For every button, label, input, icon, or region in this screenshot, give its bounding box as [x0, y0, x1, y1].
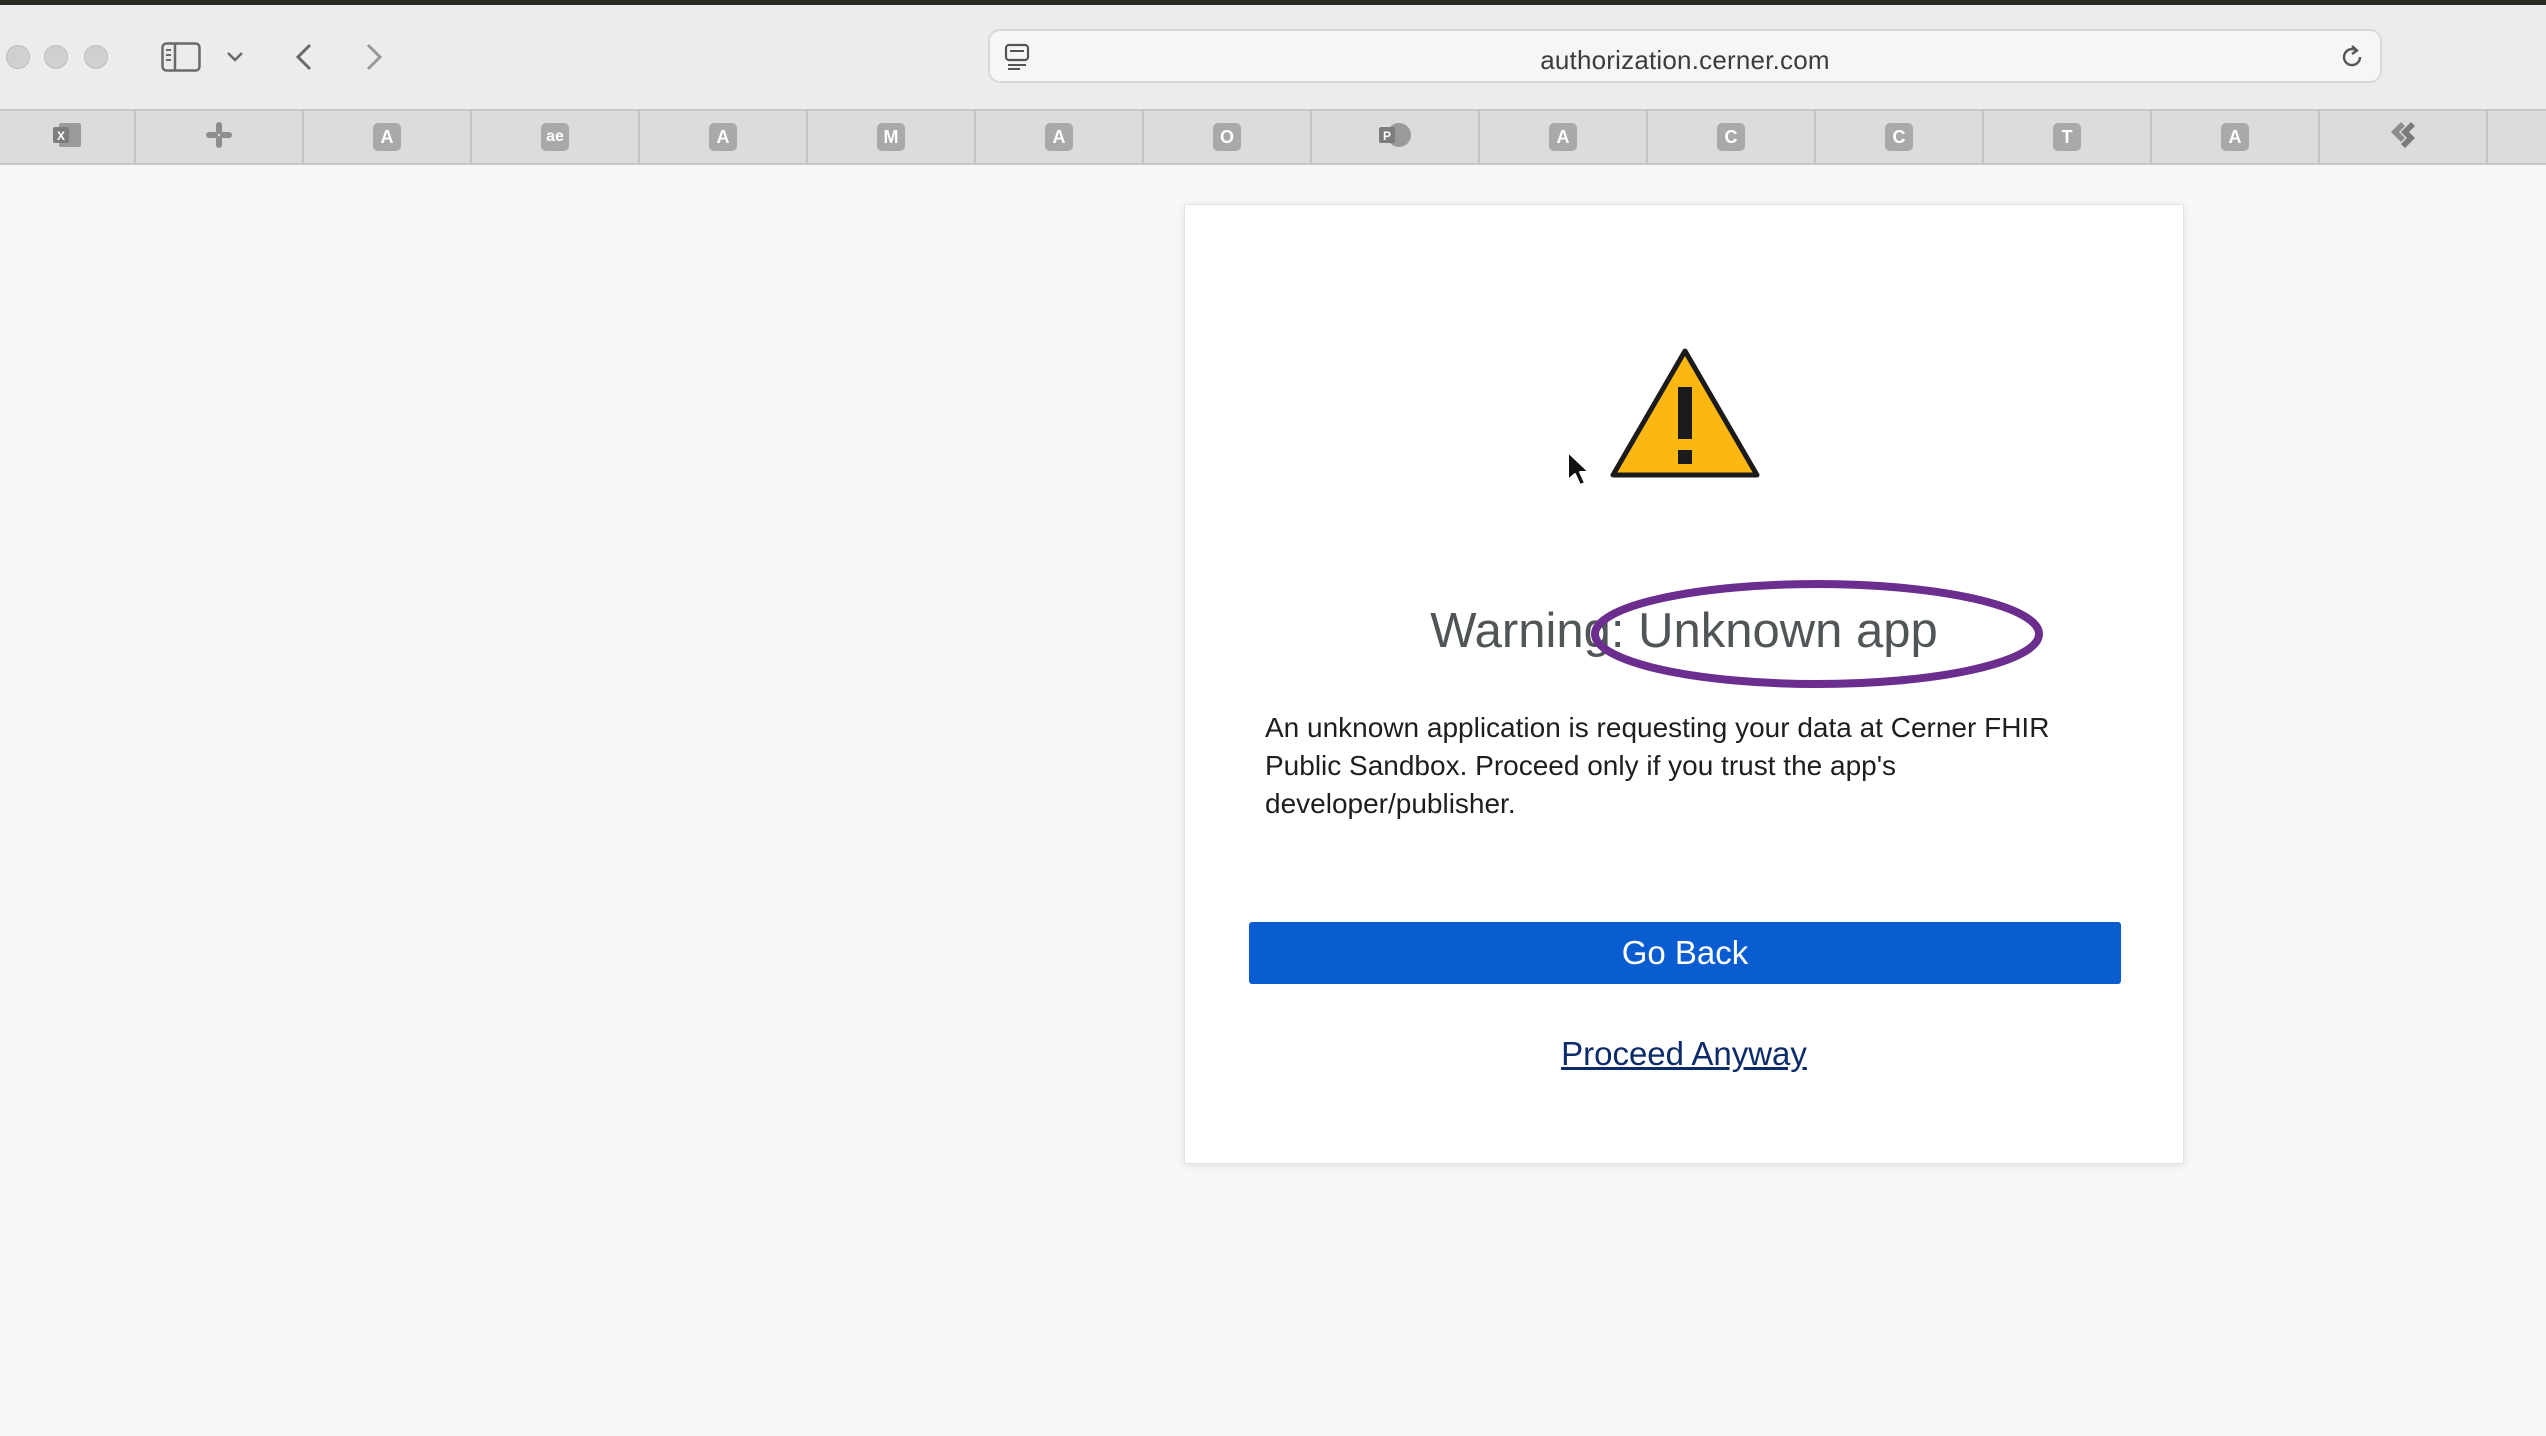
- tab-favicon: A: [709, 123, 737, 151]
- tab-7[interactable]: A: [976, 111, 1144, 163]
- warning-message: An unknown application is requesting you…: [1265, 712, 2050, 819]
- tab-favicon: T: [2053, 123, 2081, 151]
- tab-12[interactable]: C: [1816, 111, 1984, 163]
- tab-8[interactable]: O: [1144, 111, 1312, 163]
- tab-14[interactable]: A: [2152, 111, 2320, 163]
- svg-text:P: P: [1383, 129, 1391, 143]
- chevron-left-icon[interactable]: [290, 41, 318, 73]
- zoom-window-button[interactable]: [84, 45, 108, 69]
- tab-favicon: C: [1717, 123, 1745, 151]
- powerpoint-icon: P: [1377, 121, 1413, 154]
- warning-triangle-icon: [1609, 347, 1761, 481]
- excel-icon: X: [51, 121, 83, 154]
- close-window-button[interactable]: [6, 45, 30, 69]
- tab-1[interactable]: X: [0, 111, 136, 163]
- tab-favicon: A: [1045, 123, 1073, 151]
- tab-favicon: A: [2221, 123, 2249, 151]
- tab-15[interactable]: [2320, 111, 2488, 163]
- jira-icon: [2387, 120, 2419, 155]
- tab-favicon: C: [1885, 123, 1913, 151]
- proceed-anyway-link[interactable]: Proceed Anyway: [1185, 1035, 2183, 1073]
- chevron-down-icon[interactable]: [224, 47, 246, 67]
- tab-3[interactable]: A: [304, 111, 472, 163]
- chevron-right-icon[interactable]: [360, 41, 388, 73]
- tab-11[interactable]: C: [1648, 111, 1816, 163]
- browser-toolbar: authorization.cerner.com: [0, 5, 2546, 109]
- tab-bar: X A ae A M A O P A C C T A: [0, 109, 2546, 165]
- tab-6[interactable]: M: [808, 111, 976, 163]
- authorization-warning-card: Warning: Unknown app An unknown applicat…: [1184, 204, 2184, 1164]
- tab-9[interactable]: P: [1312, 111, 1480, 163]
- url-text[interactable]: authorization.cerner.com: [990, 45, 2380, 76]
- reload-icon[interactable]: [2338, 43, 2366, 76]
- address-bar[interactable]: authorization.cerner.com: [988, 29, 2382, 83]
- mouse-cursor-icon: [1566, 450, 1592, 493]
- tab-10[interactable]: A: [1480, 111, 1648, 163]
- tab-favicon: A: [1549, 123, 1577, 151]
- tab-13[interactable]: T: [1984, 111, 2152, 163]
- tab-bar-filler: [2488, 111, 2546, 163]
- page-title: Warning: Unknown app: [1430, 604, 1938, 658]
- minimize-window-button[interactable]: [44, 45, 68, 69]
- svg-text:X: X: [57, 129, 65, 143]
- slack-icon: [204, 120, 234, 155]
- tab-5[interactable]: A: [640, 111, 808, 163]
- sidebar-icon[interactable]: [160, 41, 202, 73]
- tab-favicon: ae: [541, 123, 569, 151]
- tab-2[interactable]: [136, 111, 304, 163]
- tab-favicon: O: [1213, 123, 1241, 151]
- tab-favicon: A: [373, 123, 401, 151]
- tab-4[interactable]: ae: [472, 111, 640, 163]
- tab-favicon: M: [877, 123, 905, 151]
- go-back-button[interactable]: Go Back: [1249, 922, 2121, 984]
